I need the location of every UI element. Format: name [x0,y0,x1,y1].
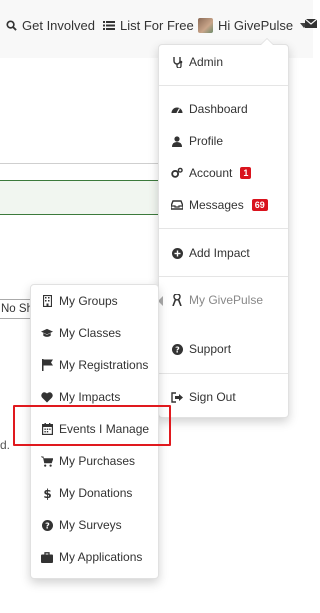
messages-badge: 69 [251,199,268,211]
list-for-free-label: List For Free [120,18,194,33]
menu-item-support[interactable]: ? Support [171,342,231,356]
user-greeting: Hi GivePulse [218,18,294,33]
account-label: Account [189,166,233,180]
ribbon-icon [171,294,183,306]
menu-item-admin[interactable]: Admin [171,55,223,69]
graduation-cap-icon [41,327,53,339]
envelope-icon[interactable] [305,18,317,29]
submenu-item-my-donations[interactable]: $ My Donations [41,486,133,500]
my-applications-label: My Applications [59,550,143,564]
inbox-icon [171,199,183,211]
support-label: Support [189,342,232,356]
submenu-item-my-impacts[interactable]: My Impacts [41,390,120,404]
cart-icon [41,455,53,467]
my-givepulse-label: My GivePulse [189,293,264,307]
building-icon [41,295,53,307]
menu-item-profile[interactable]: Profile [171,134,223,148]
menu-item-account[interactable]: Account 1 [171,166,252,180]
profile-label: Profile [189,134,224,148]
submenu-item-my-classes[interactable]: My Classes [41,326,121,340]
my-surveys-label: My Surveys [59,518,122,532]
flag-icon [41,359,53,371]
menu-item-messages[interactable]: Messages 69 [171,198,268,212]
calendar-icon [41,423,53,435]
my-givepulse-submenu: My Groups My Classes My Registrations My… [30,284,159,579]
svg-text:?: ? [45,521,50,530]
get-involved-link[interactable]: Get Involved [6,18,95,33]
user-menu-toggle[interactable]: Hi GivePulse [198,18,309,33]
search-icon [6,20,17,31]
briefcase-icon [41,551,53,563]
submenu-item-events-i-manage[interactable]: Events I Manage [41,422,149,436]
list-icon [103,21,115,30]
account-badge: 1 [240,167,252,179]
sign-out-icon [171,391,183,403]
question-circle-icon: ? [171,343,183,355]
add-impact-label: Add Impact [189,246,250,260]
user-icon [171,135,183,147]
my-purchases-label: My Purchases [59,454,136,468]
stethoscope-icon [171,56,183,68]
avatar [198,18,213,33]
my-groups-label: My Groups [59,294,118,308]
my-registrations-label: My Registrations [59,358,149,372]
list-for-free-link[interactable]: List For Free [103,18,194,33]
submenu-item-my-applications[interactable]: My Applications [41,550,142,564]
my-classes-label: My Classes [59,326,122,340]
menu-item-add-impact[interactable]: Add Impact [171,246,250,260]
menu-divider [159,276,288,277]
submenu-item-my-purchases[interactable]: My Purchases [41,454,135,468]
gears-icon [171,167,183,179]
user-dropdown-menu: Admin Dashboard Profile Account 1 Messag… [158,38,289,418]
dashboard-label: Dashboard [189,102,248,116]
get-involved-label: Get Involved [22,18,95,33]
submenu-item-my-surveys[interactable]: ? My Surveys [41,518,122,532]
submenu-item-my-groups[interactable]: My Groups [41,294,118,308]
divider [0,163,160,164]
plus-circle-icon [171,247,183,259]
highlighted-panel [0,180,161,215]
svg-text:$: $ [43,487,51,500]
heart-icon [41,391,53,403]
menu-divider [159,85,288,86]
admin-label: Admin [189,55,224,69]
svg-text:?: ? [175,345,180,354]
text-fragment: d. [0,438,11,452]
dollar-icon: $ [41,487,53,500]
my-donations-label: My Donations [59,486,133,500]
my-impacts-label: My Impacts [59,390,121,404]
menu-item-sign-out[interactable]: Sign Out [171,390,236,404]
messages-label: Messages [189,198,244,212]
sign-out-label: Sign Out [189,390,236,404]
menu-divider [159,373,288,374]
question-circle-icon: ? [41,519,53,531]
menu-item-dashboard[interactable]: Dashboard [171,102,248,116]
events-i-manage-label: Events I Manage [59,422,150,436]
dashboard-icon [171,103,183,115]
submenu-item-my-registrations[interactable]: My Registrations [41,358,148,372]
menu-item-my-givepulse[interactable]: My GivePulse [171,293,263,307]
menu-divider [159,228,288,229]
